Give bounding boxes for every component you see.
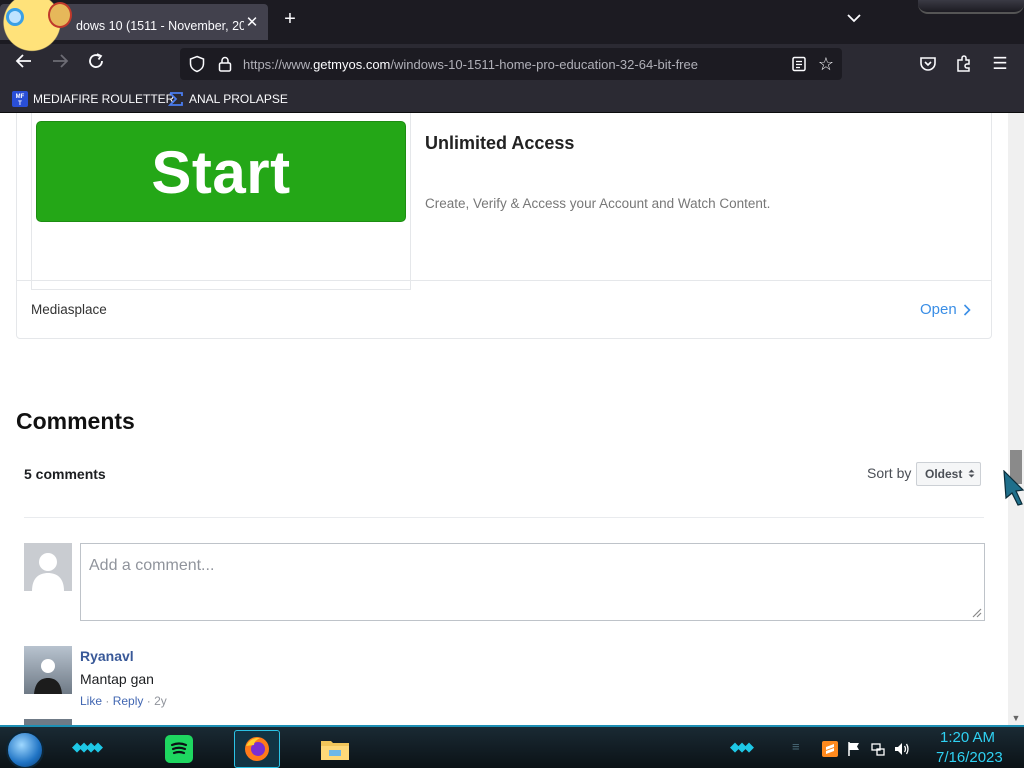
tab-close-icon[interactable]: ✕ bbox=[244, 15, 260, 31]
comment-actions: Like · Reply · 2y bbox=[80, 694, 167, 708]
pocket-icon[interactable] bbox=[918, 54, 938, 74]
mft-icon: MFT bbox=[12, 91, 28, 107]
taskbar: ◆◆◆◆ ◆◆◆ ≡ 1:20 AM 7/16/2023 bbox=[0, 725, 1024, 768]
spotify-icon bbox=[165, 735, 193, 763]
new-tab-button[interactable]: + bbox=[280, 9, 300, 30]
lock-icon[interactable] bbox=[216, 55, 234, 73]
system-tray bbox=[822, 739, 910, 759]
comment-count: 5 comments bbox=[24, 466, 106, 482]
comment-author[interactable]: Ryanavl bbox=[80, 648, 134, 664]
show-hidden-icons-icon[interactable]: ≡ bbox=[792, 739, 799, 754]
hamburger-menu-icon[interactable]: ☰ bbox=[990, 54, 1010, 74]
list-tabs-chevron-down-icon[interactable] bbox=[844, 12, 864, 32]
page-scrollbar[interactable]: ▼ bbox=[1008, 113, 1024, 725]
comment-placeholder: Add a comment... bbox=[89, 557, 215, 574]
tracking-protection-shield-icon[interactable] bbox=[188, 55, 206, 73]
avatar[interactable] bbox=[24, 646, 72, 694]
avatar bbox=[24, 543, 72, 591]
ad-description: Create, Verify & Access your Account and… bbox=[425, 196, 771, 211]
comments-heading: Comments bbox=[16, 408, 135, 434]
ad-source: Mediasplace bbox=[31, 302, 107, 317]
bookmarks-toolbar: MF T MEDIAFIRE ROULETTER ANAL PROLAPSE bbox=[0, 84, 1024, 113]
mouse-cursor-icon bbox=[1003, 470, 1024, 506]
tab-bar: dows 10 (1511 - November, 2015 ✕ + bbox=[0, 0, 1024, 56]
start-menu-button[interactable] bbox=[6, 731, 44, 768]
like-link[interactable]: Like bbox=[80, 694, 102, 708]
window-frame-decoration bbox=[918, 0, 1024, 14]
chevrons-decoration-icon: ◆◆◆ bbox=[730, 739, 754, 754]
bookmark-mediafire-rouletter[interactable]: MF T MEDIAFIRE ROULETTER bbox=[12, 90, 174, 108]
open-label: Open bbox=[920, 301, 957, 318]
bookmark-anal-prolapse[interactable]: ANAL PROLAPSE bbox=[168, 90, 288, 108]
page-viewport: Start Unlimited Access Create, Verify & … bbox=[0, 113, 1024, 725]
sort-value: Oldest bbox=[925, 467, 963, 481]
sublime-icon[interactable] bbox=[822, 741, 838, 757]
url-text[interactable]: https://www.getmyos.com/windows-10-1511-… bbox=[243, 57, 698, 72]
sort-select[interactable]: Oldest bbox=[916, 462, 981, 486]
reader-view-icon[interactable] bbox=[790, 55, 808, 73]
ad-image-frame: Start bbox=[31, 113, 411, 290]
comment-text: Mantap gan bbox=[80, 671, 154, 687]
start-button[interactable]: Start bbox=[36, 121, 406, 222]
extensions-puzzle-icon[interactable] bbox=[954, 54, 974, 74]
chevron-right-icon bbox=[963, 303, 971, 316]
bookmark-star-icon[interactable]: ☆ bbox=[816, 54, 836, 74]
ad-footer: Mediasplace Open bbox=[17, 280, 991, 339]
clock-time[interactable]: 1:20 AM bbox=[940, 729, 995, 746]
divider bbox=[24, 517, 984, 518]
sort-arrows-icon bbox=[968, 469, 975, 478]
file-explorer-taskbar-button[interactable] bbox=[312, 730, 358, 768]
reload-icon[interactable] bbox=[84, 52, 108, 76]
navigation-toolbar: https://www.getmyos.com/windows-10-1511-… bbox=[0, 44, 1024, 84]
sponsored-card[interactable]: Start Unlimited Access Create, Verify & … bbox=[16, 113, 992, 339]
spotify-taskbar-button[interactable] bbox=[156, 730, 202, 768]
reply-link[interactable]: Reply bbox=[113, 694, 144, 708]
clock-date[interactable]: 7/16/2023 bbox=[936, 749, 1003, 766]
open-link[interactable]: Open bbox=[920, 301, 971, 318]
network-icon[interactable] bbox=[870, 741, 886, 757]
scroll-down-arrow-icon[interactable]: ▼ bbox=[1008, 711, 1024, 725]
ad-title[interactable]: Unlimited Access bbox=[425, 133, 574, 154]
svg-text:T: T bbox=[18, 101, 22, 107]
firefox-taskbar-button[interactable] bbox=[234, 730, 280, 768]
comment-input[interactable]: Add a comment... bbox=[80, 543, 985, 621]
volume-icon[interactable] bbox=[894, 741, 910, 757]
resize-handle-icon[interactable] bbox=[970, 606, 982, 618]
bookmark-label: MEDIAFIRE ROULETTER bbox=[33, 92, 175, 106]
svg-text:MF: MF bbox=[16, 94, 25, 100]
comment-age: 2y bbox=[154, 694, 167, 708]
bookmark-label: ANAL PROLAPSE bbox=[189, 92, 288, 106]
sigma-icon bbox=[168, 92, 183, 106]
firefox-icon bbox=[245, 737, 269, 761]
tab-title: dows 10 (1511 - November, 2015 bbox=[76, 19, 244, 33]
url-bar[interactable]: https://www.getmyos.com/windows-10-1511-… bbox=[180, 48, 842, 80]
profile-mascot-icon bbox=[0, 0, 80, 56]
sort-label: Sort by bbox=[867, 465, 912, 481]
chevrons-decoration-icon: ◆◆◆◆ bbox=[72, 739, 103, 754]
file-explorer-icon bbox=[321, 741, 349, 760]
flag-icon[interactable] bbox=[846, 741, 862, 757]
